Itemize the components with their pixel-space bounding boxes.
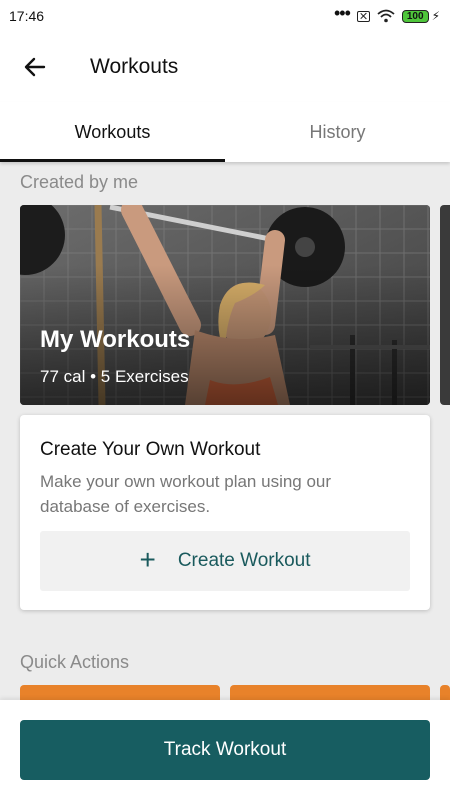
plus-icon: + (139, 543, 156, 575)
create-workout-title: Create Your Own Workout (40, 439, 261, 460)
workout-card-next[interactable] (440, 205, 450, 405)
create-workout-label: Create Workout (177, 550, 311, 571)
workout-card-title: My Workouts (40, 326, 191, 353)
tab-bar: Workouts History (0, 102, 450, 162)
battery-icon: 100 (401, 9, 429, 23)
back-button[interactable] (0, 32, 70, 102)
status-bar: 17:46 ••• 100 ⚡ (0, 0, 450, 32)
create-workout-button[interactable]: + Create Workout (40, 531, 410, 591)
bottom-bar: Track Workout (0, 700, 450, 800)
tab-workouts[interactable]: Workouts (0, 102, 225, 162)
section-title-quick-actions: Quick Actions (20, 652, 130, 672)
more-dots-icon: ••• (333, 3, 351, 23)
create-workout-card: Create Your Own Workout Make your own wo… (20, 415, 430, 610)
workout-card-subtitle: 77 cal • 5 Exercises (40, 367, 189, 386)
charging-icon: ⚡ (431, 9, 440, 23)
status-icons: ••• 100 ⚡ (334, 4, 440, 23)
section-title-created-by-me: Created by me (20, 172, 139, 192)
wifi-icon (377, 9, 395, 23)
no-sim-icon (356, 10, 370, 22)
status-time: 17:46 (9, 8, 45, 24)
workout-card-my-workouts[interactable]: My Workouts 77 cal • 5 Exercises (20, 205, 430, 405)
arrow-back-icon (24, 57, 46, 77)
tab-history[interactable]: History (225, 102, 450, 162)
app-bar: Workouts (0, 32, 450, 102)
track-workout-button[interactable]: Track Workout (20, 720, 430, 780)
page-title: Workouts (90, 55, 179, 78)
create-workout-description: Make your own workout plan using our dat… (40, 472, 332, 516)
